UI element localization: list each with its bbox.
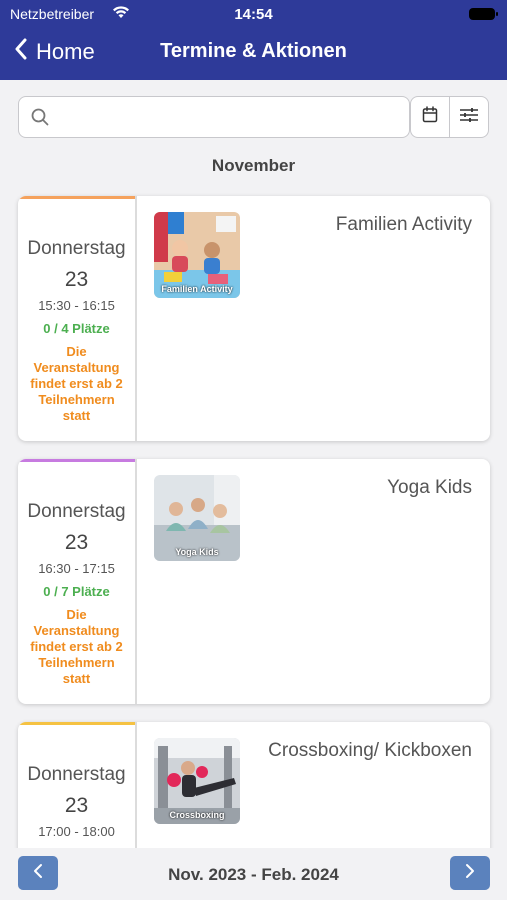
calendar-icon: [422, 106, 438, 128]
accent-line: [18, 722, 135, 725]
event-title: Crossboxing/ Kickboxen: [268, 740, 472, 761]
search-input[interactable]: [59, 105, 403, 131]
event-thumbnail: Yoga Kids: [154, 475, 240, 561]
chevron-right-icon: [465, 863, 475, 884]
accent-line: [18, 196, 135, 199]
event-time: 15:30 - 16:15: [38, 298, 115, 313]
status-bar: Netzbetreiber 14:54: [0, 0, 507, 28]
event-title: Yoga Kids: [387, 477, 472, 498]
event-weekday: Donnerstag: [27, 238, 126, 259]
nav-bar: Home Termine & Aktionen: [0, 28, 507, 80]
next-range-button[interactable]: [450, 856, 490, 890]
event-day: 23: [64, 531, 89, 554]
battery-icon: [469, 8, 498, 20]
sliders-icon: [459, 107, 479, 128]
event-places: 0 / 7 Plätze: [43, 584, 110, 599]
pager-bar: Nov. 2023 - Feb. 2024: [0, 848, 507, 900]
event-places: 0 / 4 Plätze: [43, 321, 110, 336]
month-header: November: [211, 156, 296, 175]
event-date-panel: Donnerstag 23 15:30 - 16:15 0 / 4 Plätze…: [18, 196, 137, 441]
thumbnail-caption: Crossboxing: [169, 810, 225, 820]
event-notice: Die Veranstaltung findet erst ab 2 Teiln…: [30, 607, 123, 686]
event-thumbnail: Crossboxing: [154, 738, 240, 824]
event-day: 23: [64, 794, 89, 817]
event-time: 17:00 - 18:00: [38, 824, 115, 839]
event-notice: Die Veranstaltung findet erst ab 2 Teiln…: [30, 344, 123, 423]
event-date-panel: Donnerstag 23 16:30 - 17:15 0 / 7 Plätze…: [18, 459, 137, 704]
event-day: 23: [64, 268, 89, 291]
event-time: 16:30 - 17:15: [38, 561, 115, 576]
event-weekday: Donnerstag: [27, 764, 126, 785]
search-row: [18, 96, 490, 138]
event-weekday: Donnerstag: [27, 501, 126, 522]
event-title: Familien Activity: [335, 214, 472, 235]
search-field[interactable]: [18, 96, 410, 138]
date-range-label: Nov. 2023 - Feb. 2024: [168, 865, 339, 884]
accent-line: [18, 459, 135, 462]
event-card[interactable]: Donnerstag 23 16:30 - 17:15 0 / 7 Plätze…: [18, 459, 490, 704]
page-title: Termine & Aktionen: [160, 40, 347, 62]
clock: 14:54: [234, 6, 273, 23]
event-thumbnail: Familien Activity: [154, 212, 240, 298]
thumbnail-caption: Yoga Kids: [175, 547, 219, 557]
filter-button[interactable]: [449, 96, 489, 138]
calendar-button[interactable]: [410, 96, 450, 138]
event-card[interactable]: Donnerstag 23 15:30 - 16:15 0 / 4 Plätze…: [18, 196, 490, 441]
thumbnail-caption: Familien Activity: [161, 284, 233, 294]
